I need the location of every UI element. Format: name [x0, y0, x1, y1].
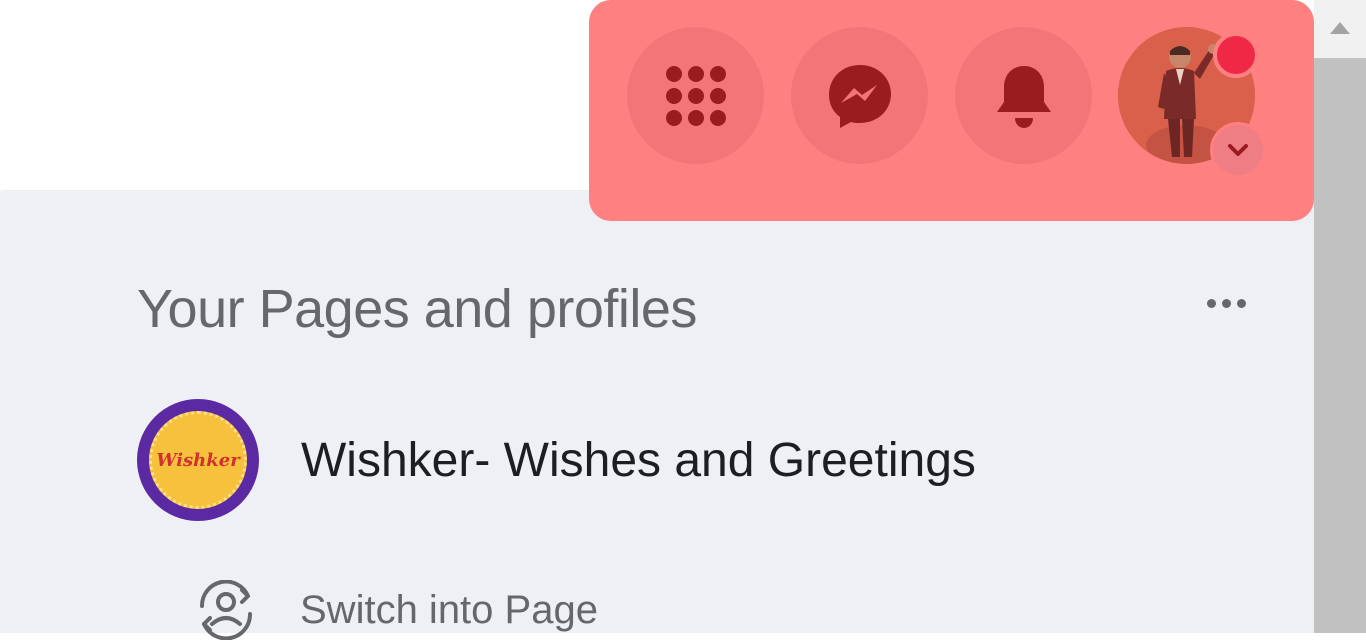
menu-button[interactable] — [627, 27, 764, 164]
page-logo-text: Wishker — [156, 449, 240, 471]
grid-menu-icon — [665, 65, 726, 126]
messenger-icon — [828, 64, 891, 128]
scrollbar-thumb[interactable] — [1314, 58, 1366, 633]
page-name: Wishker- Wishes and Greetings — [301, 433, 976, 487]
more-horizontal-icon — [1206, 298, 1216, 308]
messenger-button[interactable] — [791, 27, 928, 164]
switch-into-page-button[interactable]: Switch into Page — [190, 580, 890, 640]
page-logo: Wishker — [149, 411, 247, 509]
chevron-down-icon — [1228, 144, 1248, 156]
notifications-button[interactable] — [955, 27, 1092, 164]
more-options-button[interactable] — [1200, 288, 1252, 318]
switch-into-page-label: Switch into Page — [300, 587, 598, 632]
scroll-up-arrow-icon[interactable] — [1330, 22, 1350, 34]
account-menu-chevron[interactable] — [1210, 122, 1266, 178]
page-list-item[interactable]: Wishker Wishker- Wishes and Greetings — [137, 398, 1137, 522]
bell-icon — [996, 65, 1051, 128]
switch-profile-icon — [199, 580, 253, 640]
scrollbar[interactable] — [1314, 0, 1366, 633]
section-title: Your Pages and profiles — [137, 279, 697, 339]
page-avatar: Wishker — [137, 399, 259, 521]
notification-badge — [1213, 32, 1259, 78]
